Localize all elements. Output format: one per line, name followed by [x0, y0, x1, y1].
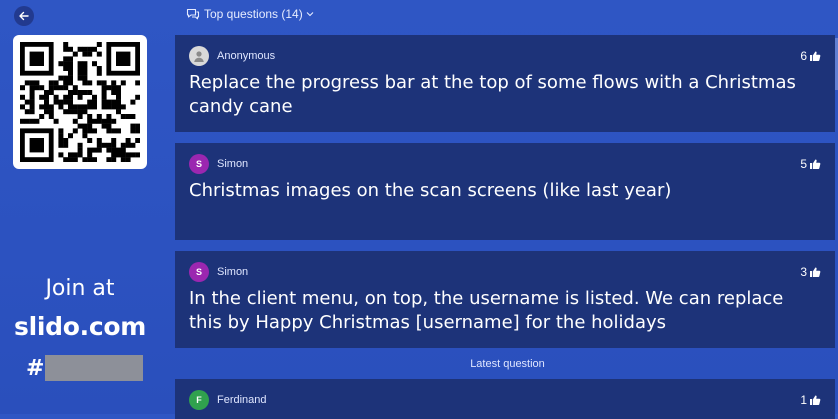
arrow-left-icon	[19, 11, 29, 21]
like-button[interactable]: 5	[800, 157, 821, 171]
question-text: Replace the progress bar at the top of s…	[189, 72, 796, 117]
thumbs-up-icon	[810, 267, 821, 277]
thumbs-up-icon	[810, 51, 821, 61]
like-button[interactable]: 6	[800, 49, 821, 63]
vote-count: 6	[800, 49, 807, 63]
question-author: Simon	[217, 266, 249, 278]
like-button[interactable]: 3	[800, 265, 821, 279]
anonymous-user-icon	[194, 51, 204, 62]
chevron-down-icon	[306, 11, 314, 17]
chat-bubbles-icon	[186, 8, 200, 20]
event-code-redacted	[45, 355, 144, 381]
question-card: S Simon 3 In the client menu, on top, th…	[175, 251, 835, 348]
qr-code	[13, 35, 147, 169]
question-author: Simon	[217, 158, 249, 170]
event-code-prefix: #	[26, 355, 45, 381]
question-text: In the client menu, on top, the username…	[189, 288, 784, 333]
join-label: Join at	[45, 276, 115, 301]
question-author: Anonymous	[217, 50, 276, 62]
qr-code-pattern	[20, 42, 140, 162]
latest-question-card: F Ferdinand 1	[175, 379, 835, 419]
join-url: slido.com	[14, 312, 146, 341]
question-author: Ferdinand	[217, 394, 267, 406]
like-button[interactable]: 1	[800, 393, 821, 407]
questions-filter-label: Top questions (14)	[204, 7, 303, 21]
question-text: Christmas images on the scan screens (li…	[189, 180, 672, 201]
question-card: Anonymous 6 Replace the progress bar at …	[175, 35, 835, 132]
avatar	[189, 46, 209, 66]
event-code: #	[26, 355, 144, 381]
questions-filter-dropdown[interactable]: Top questions (14)	[186, 7, 314, 21]
avatar: S	[189, 262, 209, 282]
avatar: S	[189, 154, 209, 174]
question-card: S Simon 5 Christmas images on the scan s…	[175, 143, 835, 240]
avatar: F	[189, 390, 209, 410]
vote-count: 5	[800, 157, 807, 171]
latest-question-label: Latest question	[470, 358, 545, 370]
back-button[interactable]	[14, 6, 34, 26]
thumbs-up-icon	[810, 395, 821, 405]
thumbs-up-icon	[810, 159, 821, 169]
vote-count: 3	[800, 265, 807, 279]
vote-count: 1	[800, 393, 807, 407]
